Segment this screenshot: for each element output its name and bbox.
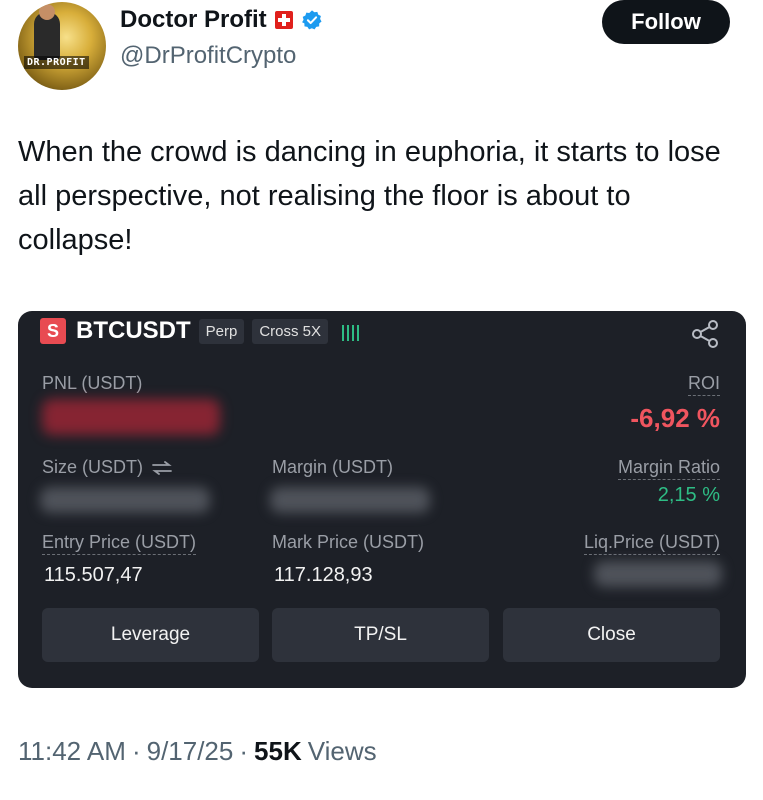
footer-separator: · (239, 736, 249, 766)
tag-cross-leverage: Cross 5X (252, 318, 329, 344)
swap-arrows-icon[interactable] (151, 461, 173, 476)
symbol-label: BTCUSDT (76, 317, 191, 344)
margin-label: Margin (USDT) (272, 457, 394, 477)
roi-value: -6,92 % (630, 403, 720, 433)
tweet-time[interactable]: 11:42 AM (18, 736, 126, 767)
pnl-value-redacted (42, 399, 220, 435)
bars-indicator-icon (342, 321, 360, 341)
close-position-button[interactable]: Close (503, 608, 720, 662)
entry-price-label[interactable]: Entry Price (USDT) (42, 532, 197, 555)
margin-ratio-label[interactable]: Margin Ratio (617, 457, 720, 480)
tag-perp: Perp (198, 318, 245, 344)
tweet: DR.PROFIT Doctor Profit @DrProfitCrypto … (0, 0, 763, 800)
avatar[interactable]: DR.PROFIT (18, 2, 106, 90)
views-label: Views (307, 736, 377, 766)
position-card: S BTCUSDT Perp Cross 5X PNL (USDT) ROI -… (18, 311, 746, 688)
footer-separator: · (131, 736, 141, 766)
tweet-footer: 11:42 AM · 9/17/25 · 55K Views (18, 736, 377, 767)
entry-price-value: 115.507,47 (44, 564, 143, 586)
roi-label[interactable]: ROI (687, 373, 720, 396)
follow-button[interactable]: Follow (602, 0, 730, 44)
size-label[interactable]: Size (USDT) (42, 457, 173, 478)
mark-price-label: Mark Price (USDT) (272, 532, 424, 552)
avatar-head (39, 4, 55, 20)
card-header: S BTCUSDT Perp Cross 5X (40, 317, 360, 345)
tweet-date[interactable]: 9/17/25 (147, 736, 234, 767)
margin-value-redacted (270, 487, 430, 513)
tp-sl-button[interactable]: TP/SL (272, 608, 489, 662)
margin-ratio-value: 2,15 % (657, 484, 720, 506)
author-name-row: Doctor Profit (120, 6, 323, 34)
author-display-name[interactable]: Doctor Profit (120, 6, 267, 34)
leverage-button[interactable]: Leverage (42, 608, 259, 662)
swiss-flag-icon (274, 11, 293, 29)
liq-price-value-redacted (594, 561, 722, 587)
views-count[interactable]: 55K (254, 736, 302, 767)
short-side-badge: S (40, 318, 66, 344)
mark-price-value: 117.128,93 (274, 564, 373, 586)
size-value-redacted (40, 487, 210, 513)
avatar-logo-text: DR.PROFIT (24, 56, 89, 69)
liq-price-label[interactable]: Liq.Price (USDT) (583, 532, 720, 555)
pnl-label: PNL (USDT) (42, 373, 143, 393)
verified-badge-icon (301, 10, 322, 30)
size-label-text: Size (USDT) (42, 457, 144, 477)
author-handle[interactable]: @DrProfitCrypto (120, 42, 296, 70)
tweet-text: When the crowd is dancing in euphoria, i… (18, 136, 721, 256)
share-icon[interactable] (690, 319, 720, 349)
